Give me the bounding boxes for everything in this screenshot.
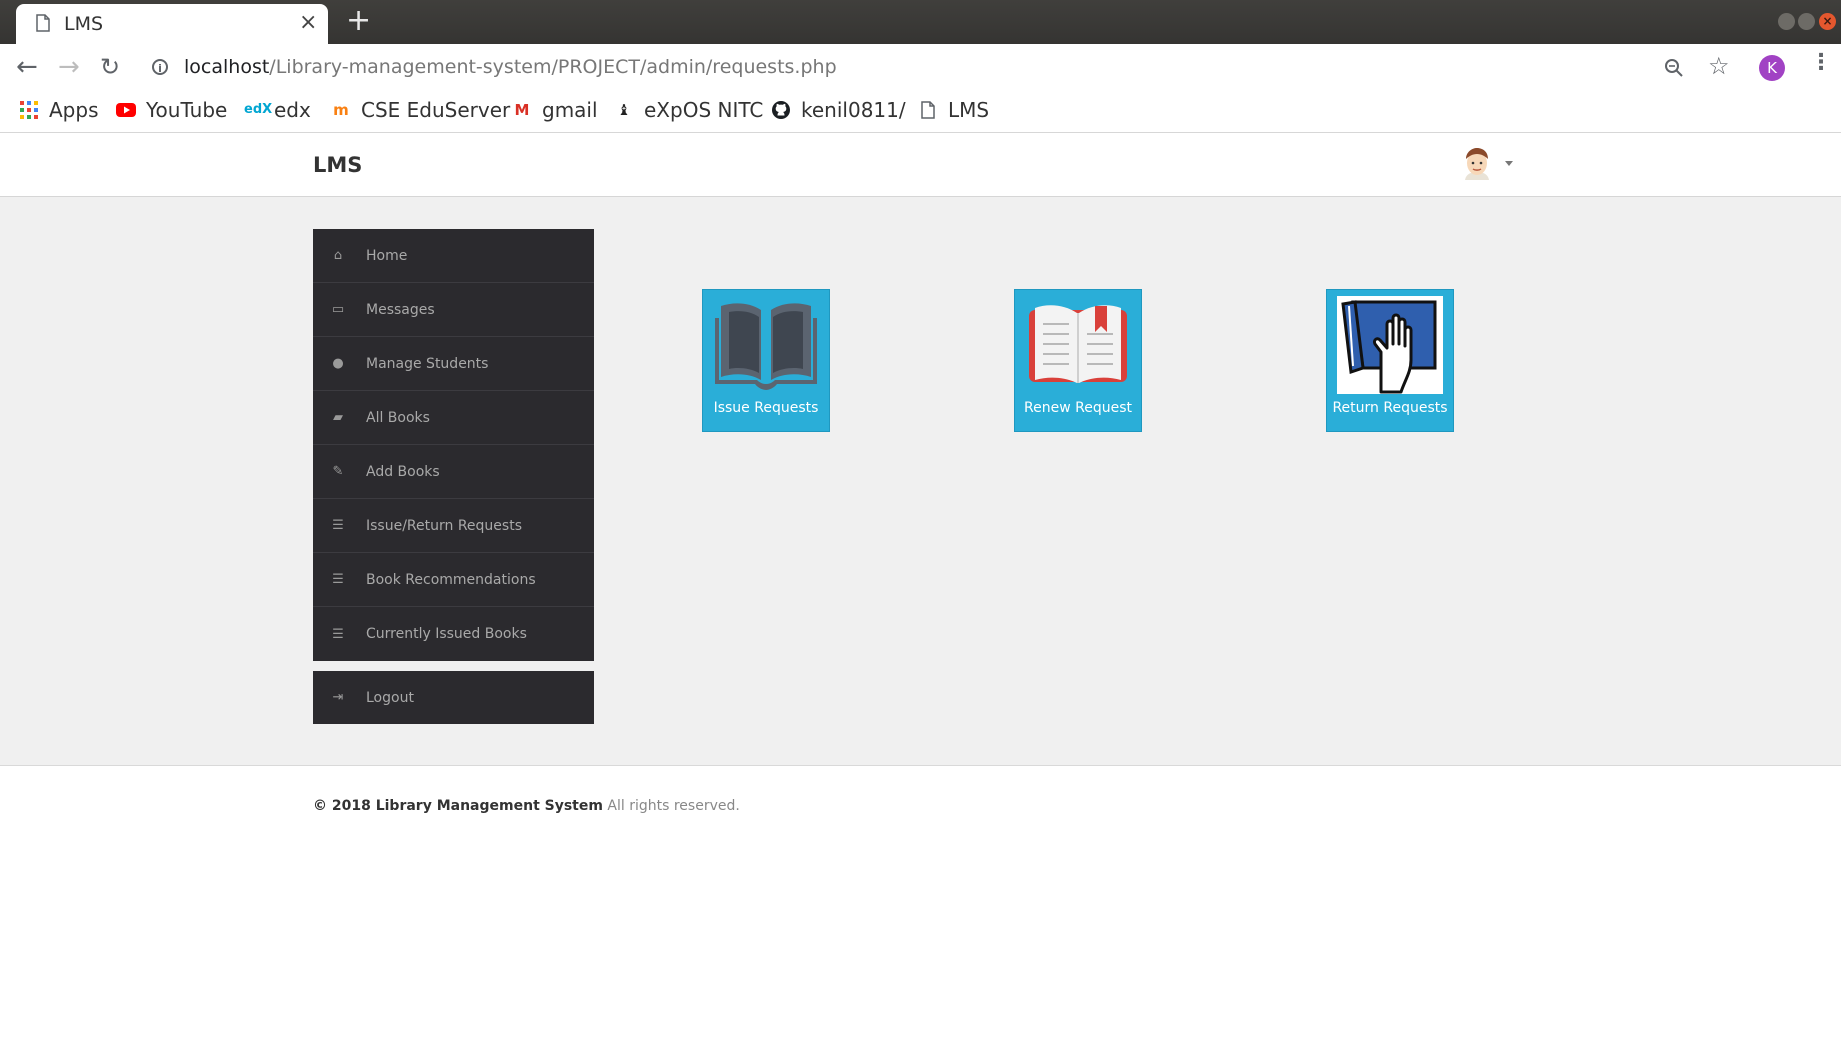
sidebar-item-label: Issue/Return Requests <box>366 517 522 534</box>
issue-requests-tile[interactable]: Issue Requests <box>702 289 830 432</box>
app-navbar: LMS <box>0 133 1841 197</box>
sidebar-item-manage-students[interactable]: ● Manage Students <box>313 337 594 391</box>
apps-grid-icon <box>20 101 38 119</box>
logout-label: Logout <box>366 689 414 706</box>
bookmark-github[interactable]: kenil0811/ <box>771 98 906 122</box>
main-content: ⌂ Home ▭ Messages ● Manage Students ▰ Al… <box>0 197 1841 766</box>
moodle-icon: m <box>333 101 349 119</box>
logout-icon: ⇥ <box>332 690 344 705</box>
open-book-icon <box>715 303 817 390</box>
url-host: localhost <box>184 56 270 78</box>
inbox-icon: ▭ <box>331 302 345 317</box>
logout-button[interactable]: ⇥ Logout <box>313 671 594 724</box>
tile-label: Renew Request <box>1024 400 1132 416</box>
window-maximize-button[interactable] <box>1798 13 1815 30</box>
bookmark-label: edx <box>274 98 311 122</box>
page-icon <box>921 101 935 119</box>
back-arrow-icon[interactable]: ← <box>16 52 38 82</box>
tasks-icon: ☰ <box>332 518 344 533</box>
sidebar-item-label: Book Recommendations <box>366 571 536 588</box>
edx-icon: edX <box>244 102 273 117</box>
bookmark-label: Apps <box>49 98 99 122</box>
site-info-icon[interactable]: i <box>152 59 168 75</box>
tile-label: Issue Requests <box>713 400 819 416</box>
window-minimize-button[interactable] <box>1778 13 1795 30</box>
sidebar-item-label: Messages <box>366 301 435 318</box>
footer-copyright: © 2018 Library Management System <box>313 798 603 814</box>
zoom-icon[interactable] <box>1664 58 1684 78</box>
window-close-button[interactable]: × <box>1819 13 1836 30</box>
bookmark-star-icon[interactable]: ☆ <box>1708 52 1730 80</box>
page-footer: © 2018 Library Management System All rig… <box>313 798 740 814</box>
bookmark-label: YouTube <box>146 98 228 122</box>
bookmarks-bar: Apps YouTube edX edx m CSE EduServer M g… <box>0 92 1841 133</box>
github-icon <box>772 101 790 119</box>
reload-icon[interactable]: ↻ <box>100 52 120 82</box>
menu-kebab-icon[interactable]: ⋮ <box>1810 50 1832 75</box>
home-icon: ⌂ <box>333 248 343 263</box>
sidebar-item-issue-return-requests[interactable]: ☰ Issue/Return Requests <box>313 499 594 553</box>
sidebar-item-currently-issued-books[interactable]: ☰ Currently Issued Books <box>313 607 594 661</box>
hand-book-icon <box>1337 296 1443 394</box>
url-path: /Library-management-system/PROJECT/admin… <box>269 56 837 78</box>
book-icon: ▰ <box>333 410 343 425</box>
sidebar-item-label: All Books <box>366 409 430 426</box>
return-requests-tile[interactable]: Return Requests <box>1326 289 1454 432</box>
bookmark-youtube[interactable]: YouTube <box>116 98 227 122</box>
tile-label: Return Requests <box>1332 400 1448 416</box>
bookmark-gmail[interactable]: M gmail <box>512 98 598 122</box>
sidebar-item-book-recommendations[interactable]: ☰ Book Recommendations <box>313 553 594 607</box>
browser-tab-strip: LMS × + × <box>0 0 1841 44</box>
sidebar-menu: ⌂ Home ▭ Messages ● Manage Students ▰ Al… <box>313 229 594 661</box>
profile-avatar-button[interactable]: K <box>1759 55 1785 81</box>
page-icon <box>36 14 50 32</box>
caret-down-icon[interactable] <box>1505 161 1513 166</box>
bookmark-edx[interactable]: edX edx <box>244 98 311 122</box>
bookmark-lms[interactable]: LMS <box>918 98 989 122</box>
bookmark-label: eXpOS NITC <box>644 98 764 122</box>
brand-logo-text[interactable]: LMS <box>313 153 362 177</box>
bookmark-label: LMS <box>948 98 990 122</box>
gmail-icon: M <box>514 101 530 119</box>
youtube-icon <box>116 103 136 117</box>
expos-icon: ♝ <box>617 101 631 119</box>
sidebar-item-add-books[interactable]: ✎ Add Books <box>313 445 594 499</box>
bookmark-label: kenil0811/ <box>801 98 906 122</box>
sidebar-item-label: Add Books <box>366 463 440 480</box>
browser-tab[interactable]: LMS × <box>16 4 328 44</box>
tab-title: LMS <box>64 13 104 35</box>
user-avatar-icon[interactable] <box>1461 146 1493 182</box>
sidebar-item-messages[interactable]: ▭ Messages <box>313 283 594 337</box>
footer-rights: All rights reserved. <box>607 798 740 814</box>
user-icon: ● <box>332 356 344 371</box>
forward-arrow-icon[interactable]: → <box>58 52 80 82</box>
close-tab-icon[interactable]: × <box>299 10 317 35</box>
bookmark-label: CSE EduServer <box>361 98 511 122</box>
renew-request-tile[interactable]: Renew Request <box>1014 289 1142 432</box>
sidebar-item-label: Home <box>366 247 408 264</box>
bookmark-apps[interactable]: Apps <box>19 98 99 122</box>
address-bar[interactable]: localhost/Library-management-system/PROJ… <box>184 56 837 78</box>
edit-icon: ✎ <box>332 464 344 479</box>
new-tab-button[interactable]: + <box>346 4 371 38</box>
browser-toolbar: ← → ↻ i localhost/Library-management-sys… <box>0 44 1841 92</box>
bookmark-label: gmail <box>542 98 598 122</box>
sidebar-item-label: Currently Issued Books <box>366 626 527 642</box>
sidebar-item-home[interactable]: ⌂ Home <box>313 229 594 283</box>
bookmark-expos-nitc[interactable]: ♝ eXpOS NITC <box>614 98 763 122</box>
list-icon: ☰ <box>332 572 344 587</box>
sidebar-item-all-books[interactable]: ▰ All Books <box>313 391 594 445</box>
bookmark-cse-eduserver[interactable]: m CSE EduServer <box>331 98 510 122</box>
list-icon: ☰ <box>332 626 344 642</box>
book-bookmark-icon <box>1029 305 1127 383</box>
sidebar-item-label: Manage Students <box>366 355 489 372</box>
